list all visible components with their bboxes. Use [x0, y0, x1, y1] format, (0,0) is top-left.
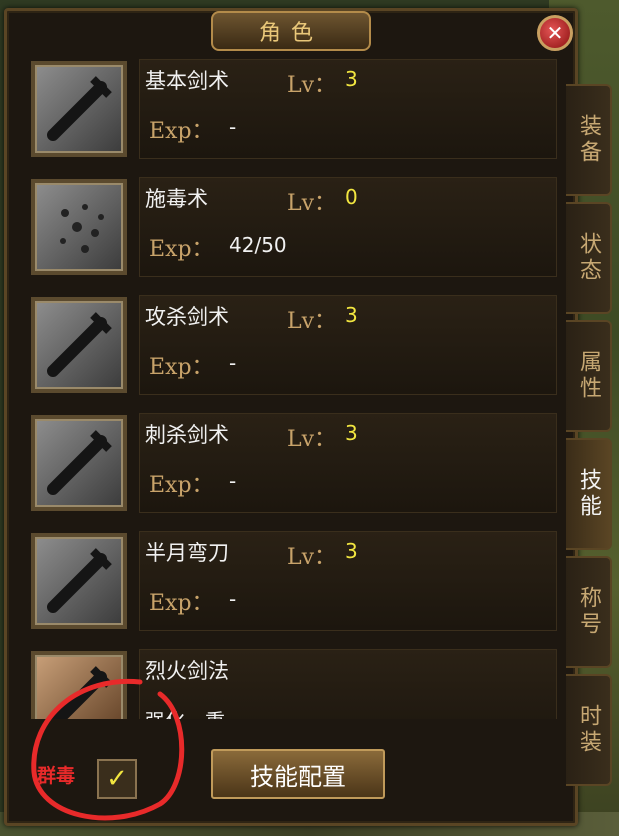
level-value: 0 [345, 185, 358, 209]
sword-icon[interactable] [31, 61, 127, 157]
level-value: 3 [345, 67, 358, 91]
poison-icon[interactable] [31, 179, 127, 275]
tab-equipment[interactable]: 装备 [566, 84, 612, 196]
close-button[interactable]: ✕ [537, 15, 573, 51]
exp-value: - [229, 115, 237, 139]
exp-value: 42/50 [229, 233, 287, 257]
level-label: Lv： [287, 545, 337, 570]
tab-fashion[interactable]: 时装 [566, 674, 612, 786]
skill-row[interactable]: 基本剑术 Lv： 3 Exp： - [25, 55, 561, 161]
exp-label: Exp： [149, 355, 214, 380]
exp-value: - [229, 469, 237, 493]
sword-icon[interactable] [31, 533, 127, 629]
level-label: Lv： [287, 73, 337, 98]
tab-attributes[interactable]: 属性 [566, 320, 612, 432]
red-circle-annotation [31, 678, 185, 821]
exp-value: - [229, 351, 237, 375]
skill-list[interactable]: 基本剑术 Lv： 3 Exp： - 施毒术 Lv： 0 Exp： 42/50 攻… [25, 55, 561, 719]
skill-name: 施毒术 [145, 187, 208, 211]
skill-row[interactable]: 施毒术 Lv： 0 Exp： 42/50 [25, 173, 561, 279]
exp-label: Exp： [149, 591, 214, 616]
level-value: 3 [345, 303, 358, 327]
level-label: Lv： [287, 427, 337, 452]
level-label: Lv： [287, 309, 337, 334]
skill-name: 半月弯刀 [145, 541, 229, 565]
exp-label: Exp： [149, 473, 214, 498]
skill-name: 基本剑术 [145, 69, 229, 93]
level-label: Lv： [287, 191, 337, 216]
window-title: 角色 [211, 11, 371, 51]
tab-titles[interactable]: 称号 [566, 556, 612, 668]
skill-row[interactable]: 刺杀剑术 Lv： 3 Exp： - [25, 409, 561, 515]
skill-row[interactable]: 攻杀剑术 Lv： 3 Exp： - [25, 291, 561, 397]
skill-name: 刺杀剑术 [145, 423, 229, 447]
exp-label: Exp： [149, 237, 214, 262]
skill-row[interactable]: 半月弯刀 Lv： 3 Exp： - [25, 527, 561, 633]
skill-config-button[interactable]: 技能配置 [211, 749, 385, 799]
skill-name: 攻杀剑术 [145, 305, 229, 329]
level-value: 3 [345, 421, 358, 445]
tab-status[interactable]: 状态 [566, 202, 612, 314]
exp-value: - [229, 587, 237, 611]
sword-icon[interactable] [31, 297, 127, 393]
sword-icon[interactable] [31, 415, 127, 511]
close-icon: ✕ [546, 21, 564, 45]
exp-label: Exp： [149, 119, 214, 144]
level-value: 3 [345, 539, 358, 563]
tab-skills[interactable]: 技能 [566, 438, 612, 550]
